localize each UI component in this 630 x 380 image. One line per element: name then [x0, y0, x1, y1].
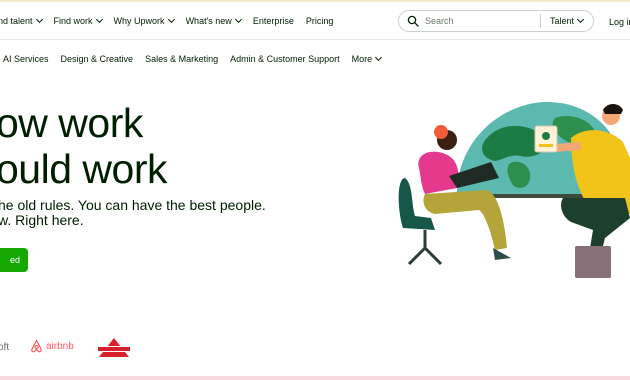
category-design-creative[interactable]: Design & Creative: [61, 54, 134, 64]
hero-subtitle: he old rules. You can have the best peop…: [0, 198, 266, 228]
search-input[interactable]: Search: [425, 16, 540, 26]
hero-headline-line1: ow work: [0, 100, 143, 146]
search-scope-label: Talent: [549, 16, 574, 26]
get-started-button[interactable]: ed: [0, 248, 28, 272]
category-sales-marketing-label: Sales & Marketing: [145, 54, 219, 64]
nav-whats-new[interactable]: What's new: [185, 15, 242, 26]
category-sales-marketing[interactable]: Sales & Marketing: [145, 54, 218, 64]
bissell-logo: [98, 338, 130, 357]
nav-pricing-label: Pricing: [305, 16, 334, 26]
chevron-down-icon: [576, 15, 585, 24]
airbnb-wordmark: airbnb: [46, 340, 74, 352]
nav-find-work[interactable]: Find work: [53, 15, 103, 26]
trusted-by-logos: oft airbnb: [0, 337, 200, 359]
hero-headline-line2: ould work: [0, 146, 167, 192]
category-admin-support-label: Admin & Customer Support: [230, 54, 340, 64]
top-navigation: nd talent Find work Why Upwork What's ne…: [0, 0, 630, 40]
nav-find-talent-label: nd talent: [0, 16, 33, 26]
nav-enterprise-label: Enterprise: [252, 16, 294, 26]
search-icon: [407, 15, 419, 27]
get-started-label: ed: [9, 255, 20, 265]
category-ai-services-label: AI Services: [3, 54, 49, 64]
nav-enterprise[interactable]: Enterprise: [253, 16, 294, 26]
search-divider: [539, 14, 541, 28]
category-ai-services[interactable]: AI Services: [3, 54, 49, 64]
airbnb-icon: [31, 339, 42, 353]
hero-illustration: [398, 102, 630, 278]
chevron-down-icon: [95, 15, 103, 24]
search-bar[interactable]: Search Talent: [398, 10, 594, 32]
hero-headline: ow work ould work: [0, 100, 167, 192]
nav-whats-new-label: What's new: [185, 16, 232, 26]
hero-subtitle-line1: he old rules. You can have the best peop…: [0, 197, 266, 213]
category-more[interactable]: More: [351, 53, 383, 64]
search-scope-dropdown[interactable]: Talent: [549, 15, 585, 26]
login-link[interactable]: Log in: [609, 17, 630, 27]
chevron-down-icon: [35, 15, 43, 24]
airbnb-logo: airbnb: [30, 339, 74, 353]
category-more-label: More: [351, 54, 373, 64]
nav-why-upwork-label: Why Upwork: [113, 16, 165, 26]
chevron-down-icon: [234, 15, 242, 24]
bottom-banner-strip: [0, 376, 630, 380]
nav-why-upwork[interactable]: Why Upwork: [113, 15, 175, 26]
microsoft-logo: oft: [0, 342, 10, 353]
chevron-down-icon: [167, 15, 175, 24]
chevron-down-icon: [375, 53, 383, 62]
category-design-creative-label: Design & Creative: [60, 54, 134, 64]
main-nav: nd talent Find work Why Upwork What's ne…: [0, 2, 345, 40]
nav-find-talent[interactable]: nd talent: [0, 15, 43, 26]
category-nav: AI Services Design & Creative Sales & Ma…: [0, 52, 393, 66]
nav-pricing[interactable]: Pricing: [306, 16, 334, 26]
nav-find-work-label: Find work: [53, 16, 93, 26]
hero-subtitle-line2: w. Right here.: [0, 212, 84, 228]
category-admin-support[interactable]: Admin & Customer Support: [230, 54, 340, 64]
